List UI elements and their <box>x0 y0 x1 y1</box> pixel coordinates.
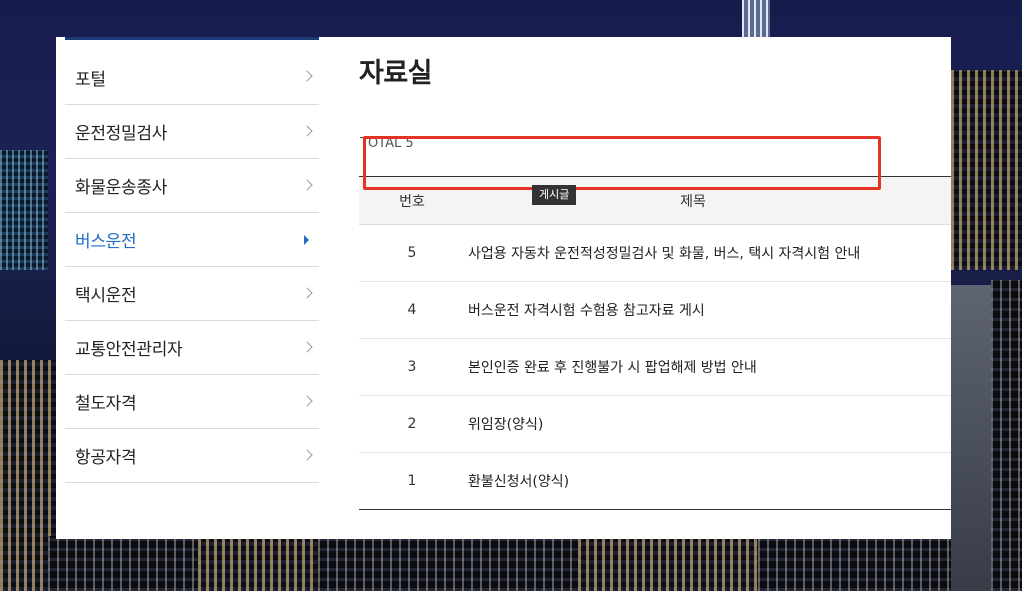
sidebar-item-taxi-driving[interactable]: 택시운전 <box>65 267 319 321</box>
background-building <box>578 539 758 591</box>
sidebar-item-label: 철도자격 <box>75 394 137 414</box>
total-count: TOTAL 5 <box>360 136 414 151</box>
sidebar-item-railway-qualification[interactable]: 철도자격 <box>65 375 319 429</box>
background-building <box>758 539 958 591</box>
chevron-right-icon <box>301 124 313 137</box>
background-building <box>0 150 48 270</box>
row-title-link[interactable]: 버스운전 자격시험 수험용 참고자료 게시 <box>465 300 951 320</box>
background-building <box>198 539 318 591</box>
chevron-right-icon <box>301 178 313 191</box>
sidebar-item-driving-aptitude-test[interactable]: 운전정밀검사 <box>65 105 319 159</box>
background-building <box>318 539 578 591</box>
table-row[interactable]: 4 버스운전 자격시험 수험용 참고자료 게시 <box>359 282 951 339</box>
sidebar-item-label: 버스운전 <box>75 232 137 252</box>
column-header-number: 번호 <box>399 193 425 210</box>
table-header: 번호 제목 <box>359 177 951 225</box>
sidebar-item-label: 화물운송종사 <box>75 178 168 198</box>
background-building <box>48 536 198 591</box>
chevron-right-icon <box>301 286 313 299</box>
row-title-link[interactable]: 본인인증 완료 후 진행불가 시 팝업해제 방법 안내 <box>465 357 951 377</box>
sidebar-item-label: 택시운전 <box>75 286 137 306</box>
sidebar-menu: 포털 운전정밀검사 화물운송종사 버스운전 택시운전 교통안전관리자 철도자격 <box>65 37 319 483</box>
row-title-link[interactable]: 위임장(양식) <box>465 414 951 434</box>
sidebar-item-bus-driving[interactable]: 버스운전 <box>65 213 319 267</box>
row-title-link[interactable]: 사업용 자동차 운전적성정밀검사 및 화물, 버스, 택시 자격시험 안내 <box>465 243 951 263</box>
table-row[interactable]: 1 환불신청서(양식) <box>359 453 951 509</box>
sidebar-item-portal[interactable]: 포털 <box>65 40 319 105</box>
background-building <box>991 280 1022 591</box>
tooltip: 게시글 <box>532 185 577 205</box>
chevron-right-icon <box>301 448 313 461</box>
table-row[interactable]: 5 사업용 자동차 운전적성정밀검사 및 화물, 버스, 택시 자격시험 안내 <box>359 225 951 282</box>
sidebar-item-traffic-safety-manager[interactable]: 교통안전관리자 <box>65 321 319 375</box>
row-title-link[interactable]: 환불신청서(양식) <box>465 471 951 491</box>
row-number: 3 <box>407 359 417 375</box>
row-number: 5 <box>407 245 417 261</box>
chevron-right-icon <box>301 340 313 353</box>
table-row[interactable]: 3 본인인증 완료 후 진행불가 시 팝업해제 방법 안내 <box>359 339 951 396</box>
table-row[interactable]: 2 위임장(양식) <box>359 396 951 453</box>
bridge-tower <box>951 285 991 591</box>
main-content: 자료실 TOTAL 5 번호 제목 5 사업용 자동차 운전적성정밀검사 및 화… <box>359 37 951 539</box>
content-panel: 포털 운전정밀검사 화물운송종사 버스운전 택시운전 교통안전관리자 철도자격 <box>56 37 951 539</box>
triangle-right-icon <box>304 234 309 245</box>
chevron-right-icon <box>301 394 313 407</box>
background-building <box>951 70 1022 270</box>
background-spire <box>742 0 770 40</box>
row-number: 1 <box>407 473 417 489</box>
board-table: 번호 제목 5 사업용 자동차 운전적성정밀검사 및 화물, 버스, 택시 자격… <box>359 176 951 510</box>
sidebar-item-aviation-qualification[interactable]: 항공자격 <box>65 429 319 483</box>
sidebar-item-freight-transport[interactable]: 화물운송종사 <box>65 159 319 213</box>
sidebar-item-label: 포털 <box>75 69 106 90</box>
chevron-right-icon <box>301 70 313 82</box>
sidebar-item-label: 항공자격 <box>75 448 137 468</box>
row-number: 4 <box>407 302 417 318</box>
sidebar-item-label: 교통안전관리자 <box>75 340 183 360</box>
row-number: 2 <box>407 416 417 432</box>
sidebar-item-label: 운전정밀검사 <box>75 124 168 144</box>
page-title: 자료실 <box>359 58 433 89</box>
